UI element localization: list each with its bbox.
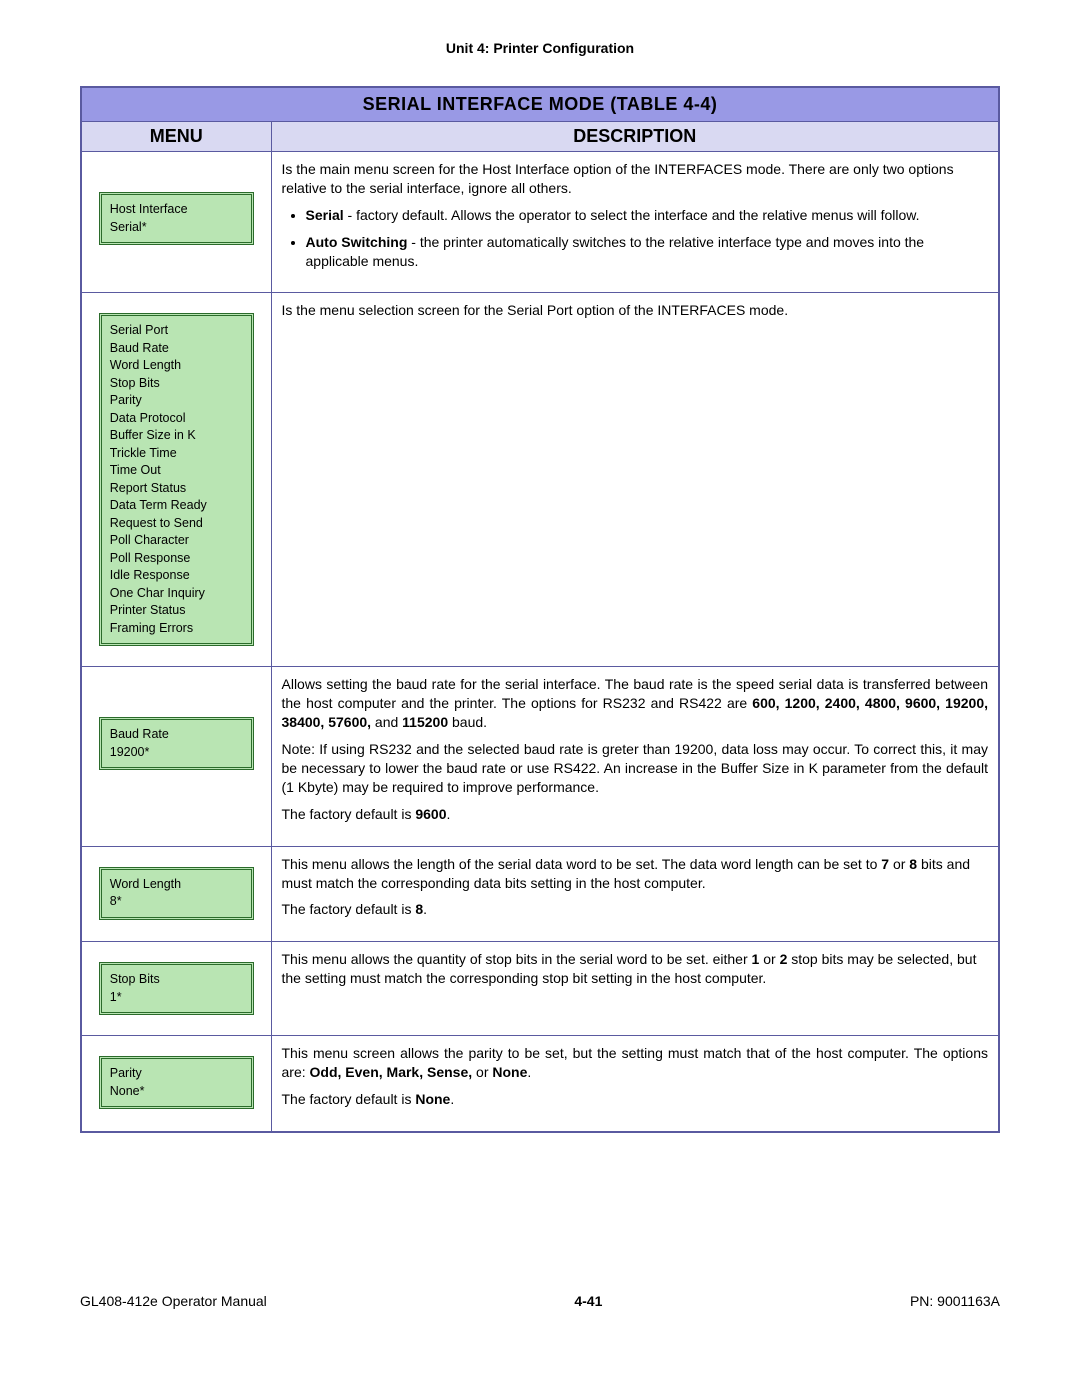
unit-header: Unit 4: Printer Configuration <box>80 40 1000 56</box>
list-item: Serial - factory default. Allows the ope… <box>306 206 989 225</box>
table-row: Serial Port Baud Rate Word Length Stop B… <box>81 293 999 667</box>
lcd-baud-rate: Baud Rate 19200* <box>99 717 254 770</box>
desc-text: Note: If using RS232 and the selected ba… <box>282 740 989 797</box>
table-row: Stop Bits 1* This menu allows the quanti… <box>81 942 999 1036</box>
lcd-stop-bits: Stop Bits 1* <box>99 962 254 1015</box>
lcd-serial-port: Serial Port Baud Rate Word Length Stop B… <box>99 313 254 646</box>
desc-text: The factory default is None. <box>282 1090 989 1109</box>
desc-text: Is the menu selection screen for the Ser… <box>282 301 989 320</box>
col-header-menu: MENU <box>81 122 271 152</box>
desc-text: The factory default is 8. <box>282 900 989 919</box>
lcd-word-length: Word Length 8* <box>99 867 254 920</box>
desc-text: This menu allows the length of the seria… <box>282 855 989 893</box>
list-item: Auto Switching - the printer automatical… <box>306 233 989 271</box>
table-row: Baud Rate 19200* Allows setting the baud… <box>81 667 999 846</box>
col-header-description: DESCRIPTION <box>271 122 999 152</box>
footer-page-number: 4-41 <box>574 1293 602 1309</box>
serial-interface-table: SERIAL INTERFACE MODE (TABLE 4-4) MENU D… <box>80 86 1000 1133</box>
desc-text: Is the main menu screen for the Host Int… <box>282 160 989 198</box>
desc-text: This menu allows the quantity of stop bi… <box>282 950 989 988</box>
table-row: Host Interface Serial* Is the main menu … <box>81 152 999 293</box>
lcd-parity: Parity None* <box>99 1056 254 1109</box>
lcd-host-interface: Host Interface Serial* <box>99 192 254 245</box>
table-title: SERIAL INTERFACE MODE (TABLE 4-4) <box>81 87 999 122</box>
table-row: Word Length 8* This menu allows the leng… <box>81 846 999 942</box>
desc-text: This menu screen allows the parity to be… <box>282 1044 989 1082</box>
table-title-row: SERIAL INTERFACE MODE (TABLE 4-4) <box>81 87 999 122</box>
footer-right: PN: 9001163A <box>910 1293 1000 1309</box>
table-header-row: MENU DESCRIPTION <box>81 122 999 152</box>
desc-text: Allows setting the baud rate for the ser… <box>282 675 989 732</box>
desc-text: The factory default is 9600. <box>282 805 989 824</box>
page-footer: GL408-412e Operator Manual 4-41 PN: 9001… <box>80 1293 1000 1309</box>
footer-left: GL408-412e Operator Manual <box>80 1293 267 1309</box>
table-row: Parity None* This menu screen allows the… <box>81 1036 999 1132</box>
